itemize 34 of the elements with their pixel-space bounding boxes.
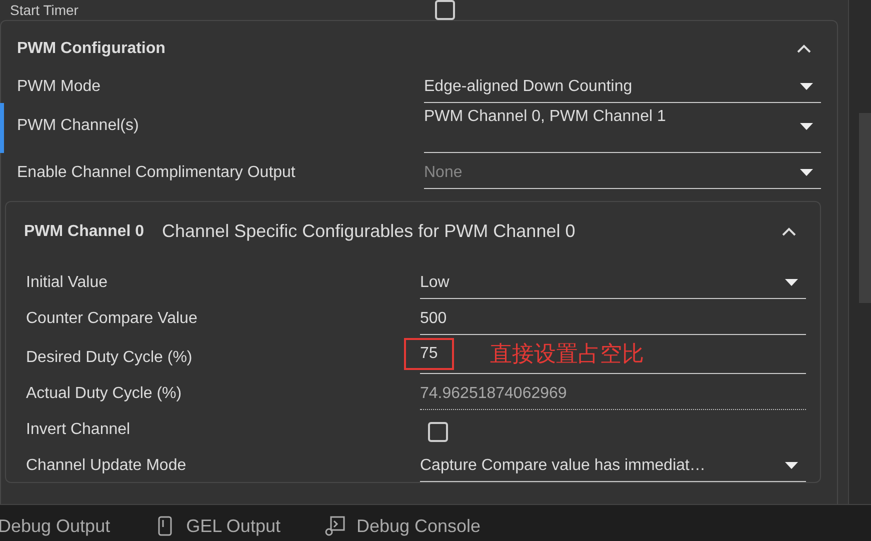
collapse-chevron-icon[interactable] bbox=[782, 226, 796, 236]
dropdown-caret-icon bbox=[785, 279, 798, 287]
dropdown-field[interactable]: None bbox=[424, 159, 821, 189]
field-label: Enable Channel Complimentary Output bbox=[17, 163, 296, 183]
dropdown-field[interactable]: Capture Compare value has immediat… bbox=[420, 452, 806, 482]
field-label: Desired Duty Cycle (%) bbox=[26, 348, 194, 368]
dropdown-caret-icon bbox=[785, 462, 798, 470]
field-label: Invert Channel bbox=[26, 420, 132, 440]
dropdown-caret-icon bbox=[800, 123, 813, 131]
subsection-title: Channel Specific Configurables for PWM Channel 0 bbox=[162, 220, 576, 243]
dropdown-caret-icon bbox=[800, 83, 813, 91]
subsection-tag: PWM Channel 0 bbox=[24, 220, 144, 244]
field-label: Counter Compare Value bbox=[26, 309, 198, 329]
field-label: PWM Mode bbox=[17, 77, 102, 97]
checkbox[interactable] bbox=[435, 0, 455, 20]
dropdown-field[interactable]: Edge-aligned Down Counting bbox=[424, 73, 821, 103]
field-label: Start Timer bbox=[10, 0, 80, 20]
dropdown-caret-icon bbox=[800, 169, 813, 177]
field-label: PWM Channel(s) bbox=[17, 116, 140, 136]
dropdown-field[interactable]: PWM Channel 0, PWM Channel 1 bbox=[424, 103, 821, 153]
annotation-text: 直接设置占空比 bbox=[490, 340, 644, 368]
panel-tab[interactable]: Debug Console bbox=[324, 512, 481, 540]
terminal-icon bbox=[324, 515, 346, 537]
field-label: Initial Value bbox=[26, 273, 109, 293]
input-field[interactable]: 500 bbox=[420, 305, 806, 335]
readonly-field: 74.96251874062969 bbox=[420, 380, 806, 410]
section-title: PWM Configuration bbox=[17, 39, 166, 59]
field-label: Actual Duty Cycle (%) bbox=[26, 384, 183, 404]
panel-tab[interactable]: GEL Output bbox=[154, 512, 280, 540]
dropdown-field[interactable]: Low bbox=[420, 269, 806, 299]
collapse-chevron-icon[interactable] bbox=[797, 44, 811, 54]
checkbox[interactable] bbox=[428, 422, 448, 442]
field-label: Channel Update Mode bbox=[26, 456, 188, 476]
input-field[interactable]: 75 bbox=[404, 338, 454, 370]
